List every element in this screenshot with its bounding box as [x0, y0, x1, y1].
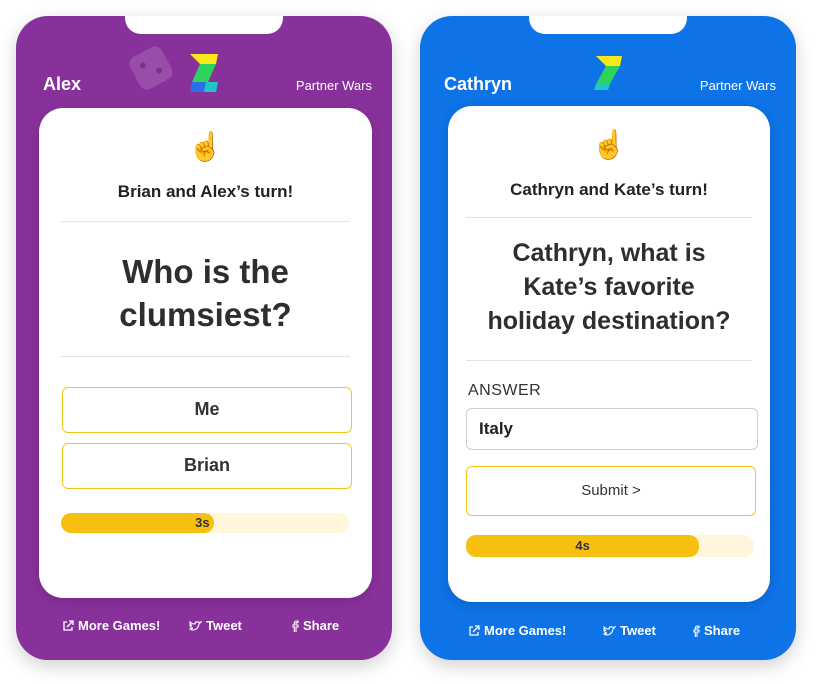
turn-label: Cathryn and Kate’s turn! — [510, 180, 708, 199]
more-games-label: More Games! — [78, 618, 161, 633]
logo-icon — [190, 54, 218, 92]
timer-progress-fill: 3s — [61, 513, 214, 533]
question-line: Cathryn, what is — [512, 239, 706, 267]
player-name: Alex — [43, 74, 82, 94]
logo-icon — [594, 56, 622, 90]
question-card: ☝️ Cathryn and Kate’s turn! Cathryn, wha… — [448, 106, 770, 602]
question-line: Kate’s favorite — [523, 273, 695, 301]
question-text: Who is the clumsiest? — [39, 250, 372, 336]
divider — [61, 356, 350, 357]
tweet-label: Tweet — [206, 618, 242, 633]
dice-icon — [126, 43, 176, 93]
divider — [61, 221, 350, 222]
answer-label: ANSWER — [468, 382, 542, 399]
phone-screen-left: Alex Partner Wars ☝️ Brian and Alex’s tu… — [16, 16, 392, 660]
divider — [466, 217, 752, 218]
tweet-link[interactable]: Tweet — [602, 623, 656, 638]
tweet-link[interactable]: Tweet — [188, 618, 242, 633]
player-name: Cathryn — [444, 74, 513, 94]
share-label: Share — [303, 618, 340, 633]
twitter-icon — [602, 625, 617, 636]
share-label: Share — [704, 623, 741, 638]
answer-option-me[interactable]: Me — [62, 387, 352, 433]
share-link[interactable]: Share — [291, 618, 339, 633]
phone-screen-right: Cathryn Partner Wars ☝️ Cathryn and Kate… — [420, 16, 796, 660]
submit-button[interactable]: Submit > — [466, 466, 756, 516]
twitter-icon — [188, 620, 203, 631]
facebook-icon — [292, 620, 299, 632]
more-games-link[interactable]: More Games! — [468, 623, 566, 638]
pointing-hand-icon: ☝️ — [591, 129, 627, 160]
tweet-label: Tweet — [620, 623, 656, 638]
more-games-link[interactable]: More Games! — [62, 618, 160, 633]
timer-progress-track: 3s — [61, 513, 349, 533]
answer-option-brian[interactable]: Brian — [62, 443, 352, 489]
share-link[interactable]: Share — [692, 623, 740, 638]
timer-progress-track: 4s — [466, 535, 754, 557]
question-line: holiday destination? — [487, 307, 731, 335]
question-line: Who is the — [122, 253, 289, 290]
more-games-label: More Games! — [484, 623, 567, 638]
question-text: Cathryn, what is Kate’s favorite holiday… — [448, 236, 770, 338]
game-mode-label: Partner Wars — [295, 78, 372, 93]
turn-label: Brian and Alex’s turn! — [117, 182, 294, 201]
facebook-icon — [693, 625, 700, 637]
answer-input[interactable] — [466, 408, 758, 450]
game-mode-label: Partner Wars — [699, 78, 776, 93]
phone-notch — [529, 16, 687, 34]
timer-progress-fill: 4s — [466, 535, 700, 557]
pointing-hand-icon: ☝️ — [188, 131, 223, 162]
external-link-icon — [63, 620, 74, 631]
phone-notch — [125, 16, 283, 34]
divider — [466, 360, 752, 361]
question-line: clumsiest? — [119, 296, 292, 333]
external-link-icon — [469, 625, 480, 636]
question-card: ☝️ Brian and Alex’s turn! Who is the clu… — [39, 108, 372, 598]
